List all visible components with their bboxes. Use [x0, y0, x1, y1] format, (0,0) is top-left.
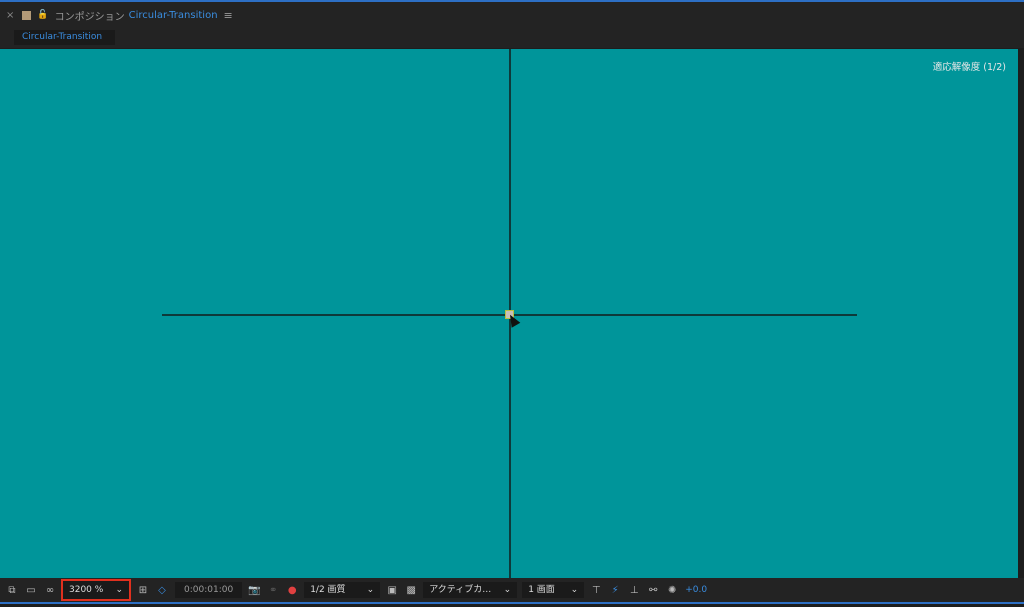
tab-row: Circular-Transition [0, 28, 1024, 48]
resolution-dropdown[interactable]: 1/2 画質 ⌄ [304, 582, 381, 598]
region-of-interest-icon[interactable]: ▣ [385, 585, 399, 596]
fast-previews-icon[interactable]: ⚡ [608, 585, 622, 596]
timeline-icon[interactable]: ⊥ [627, 585, 641, 596]
timecode-field[interactable]: 0:00:01:00 [175, 582, 243, 598]
panel-menu-icon[interactable]: ≡ [224, 9, 233, 22]
vr-goggles-icon[interactable]: ∞ [43, 585, 57, 596]
panel-header: × 🔓 コンポジション Circular-Transition ≡ [0, 2, 1024, 28]
mask-visibility-icon[interactable]: ◇ [155, 585, 169, 596]
grid-guide-icon[interactable]: ⊞ [136, 585, 150, 596]
channel-rgb-icon[interactable]: ● [285, 585, 299, 596]
viewer-toolbar: ⧉ ▭ ∞ 3200 % ⌄ ⊞ ◇ 0:00:01:00 📷 ⚭ ● 1/2 画… [0, 578, 1024, 602]
comp-name[interactable]: Circular-Transition [129, 10, 218, 21]
lock-icon[interactable]: 🔓 [37, 10, 48, 20]
toggle-pixel-aspect-icon[interactable]: ⊤ [589, 585, 603, 596]
panel-bottom-border [0, 602, 1024, 604]
camera-snapshot-icon[interactable]: 📷 [247, 585, 261, 596]
chevron-down-icon: ⌄ [366, 585, 375, 595]
view-layout-dropdown[interactable]: 1 画面 ⌄ [522, 582, 585, 598]
zoom-dropdown[interactable]: 3200 % ⌄ [61, 579, 131, 601]
close-icon[interactable]: × [6, 10, 14, 21]
camera-value: アクティブカ… [429, 585, 492, 595]
composition-viewer[interactable]: 適応解像度 (1/2) [0, 49, 1018, 578]
show-snapshot-icon[interactable]: ⚭ [266, 585, 280, 596]
tab-circular-transition[interactable]: Circular-Transition [14, 30, 115, 45]
transparency-grid-icon[interactable]: ▩ [404, 585, 418, 596]
camera-dropdown[interactable]: アクティブカ… ⌄ [423, 582, 518, 598]
panel-edge [1018, 49, 1024, 578]
reset-exposure-icon[interactable]: ✺ [665, 585, 679, 596]
resolution-value: 1/2 画質 [310, 585, 346, 595]
monitor-icon[interactable]: ▭ [24, 585, 38, 596]
zoom-value: 3200 % [69, 585, 104, 595]
view-layout-value: 1 画面 [528, 585, 555, 595]
always-preview-icon[interactable]: ⧉ [5, 585, 19, 596]
chevron-down-icon: ⌄ [503, 585, 512, 595]
resolution-label: 適応解像度 (1/2) [932, 62, 1006, 73]
flowchart-icon[interactable]: ⚯ [646, 585, 660, 596]
label-color-swatch[interactable] [22, 10, 32, 20]
chevron-down-icon: ⌄ [570, 585, 579, 595]
chevron-down-icon: ⌄ [115, 585, 123, 595]
panel-label: コンポジション [54, 11, 125, 23]
exposure-value[interactable]: +0.0 [685, 585, 707, 595]
